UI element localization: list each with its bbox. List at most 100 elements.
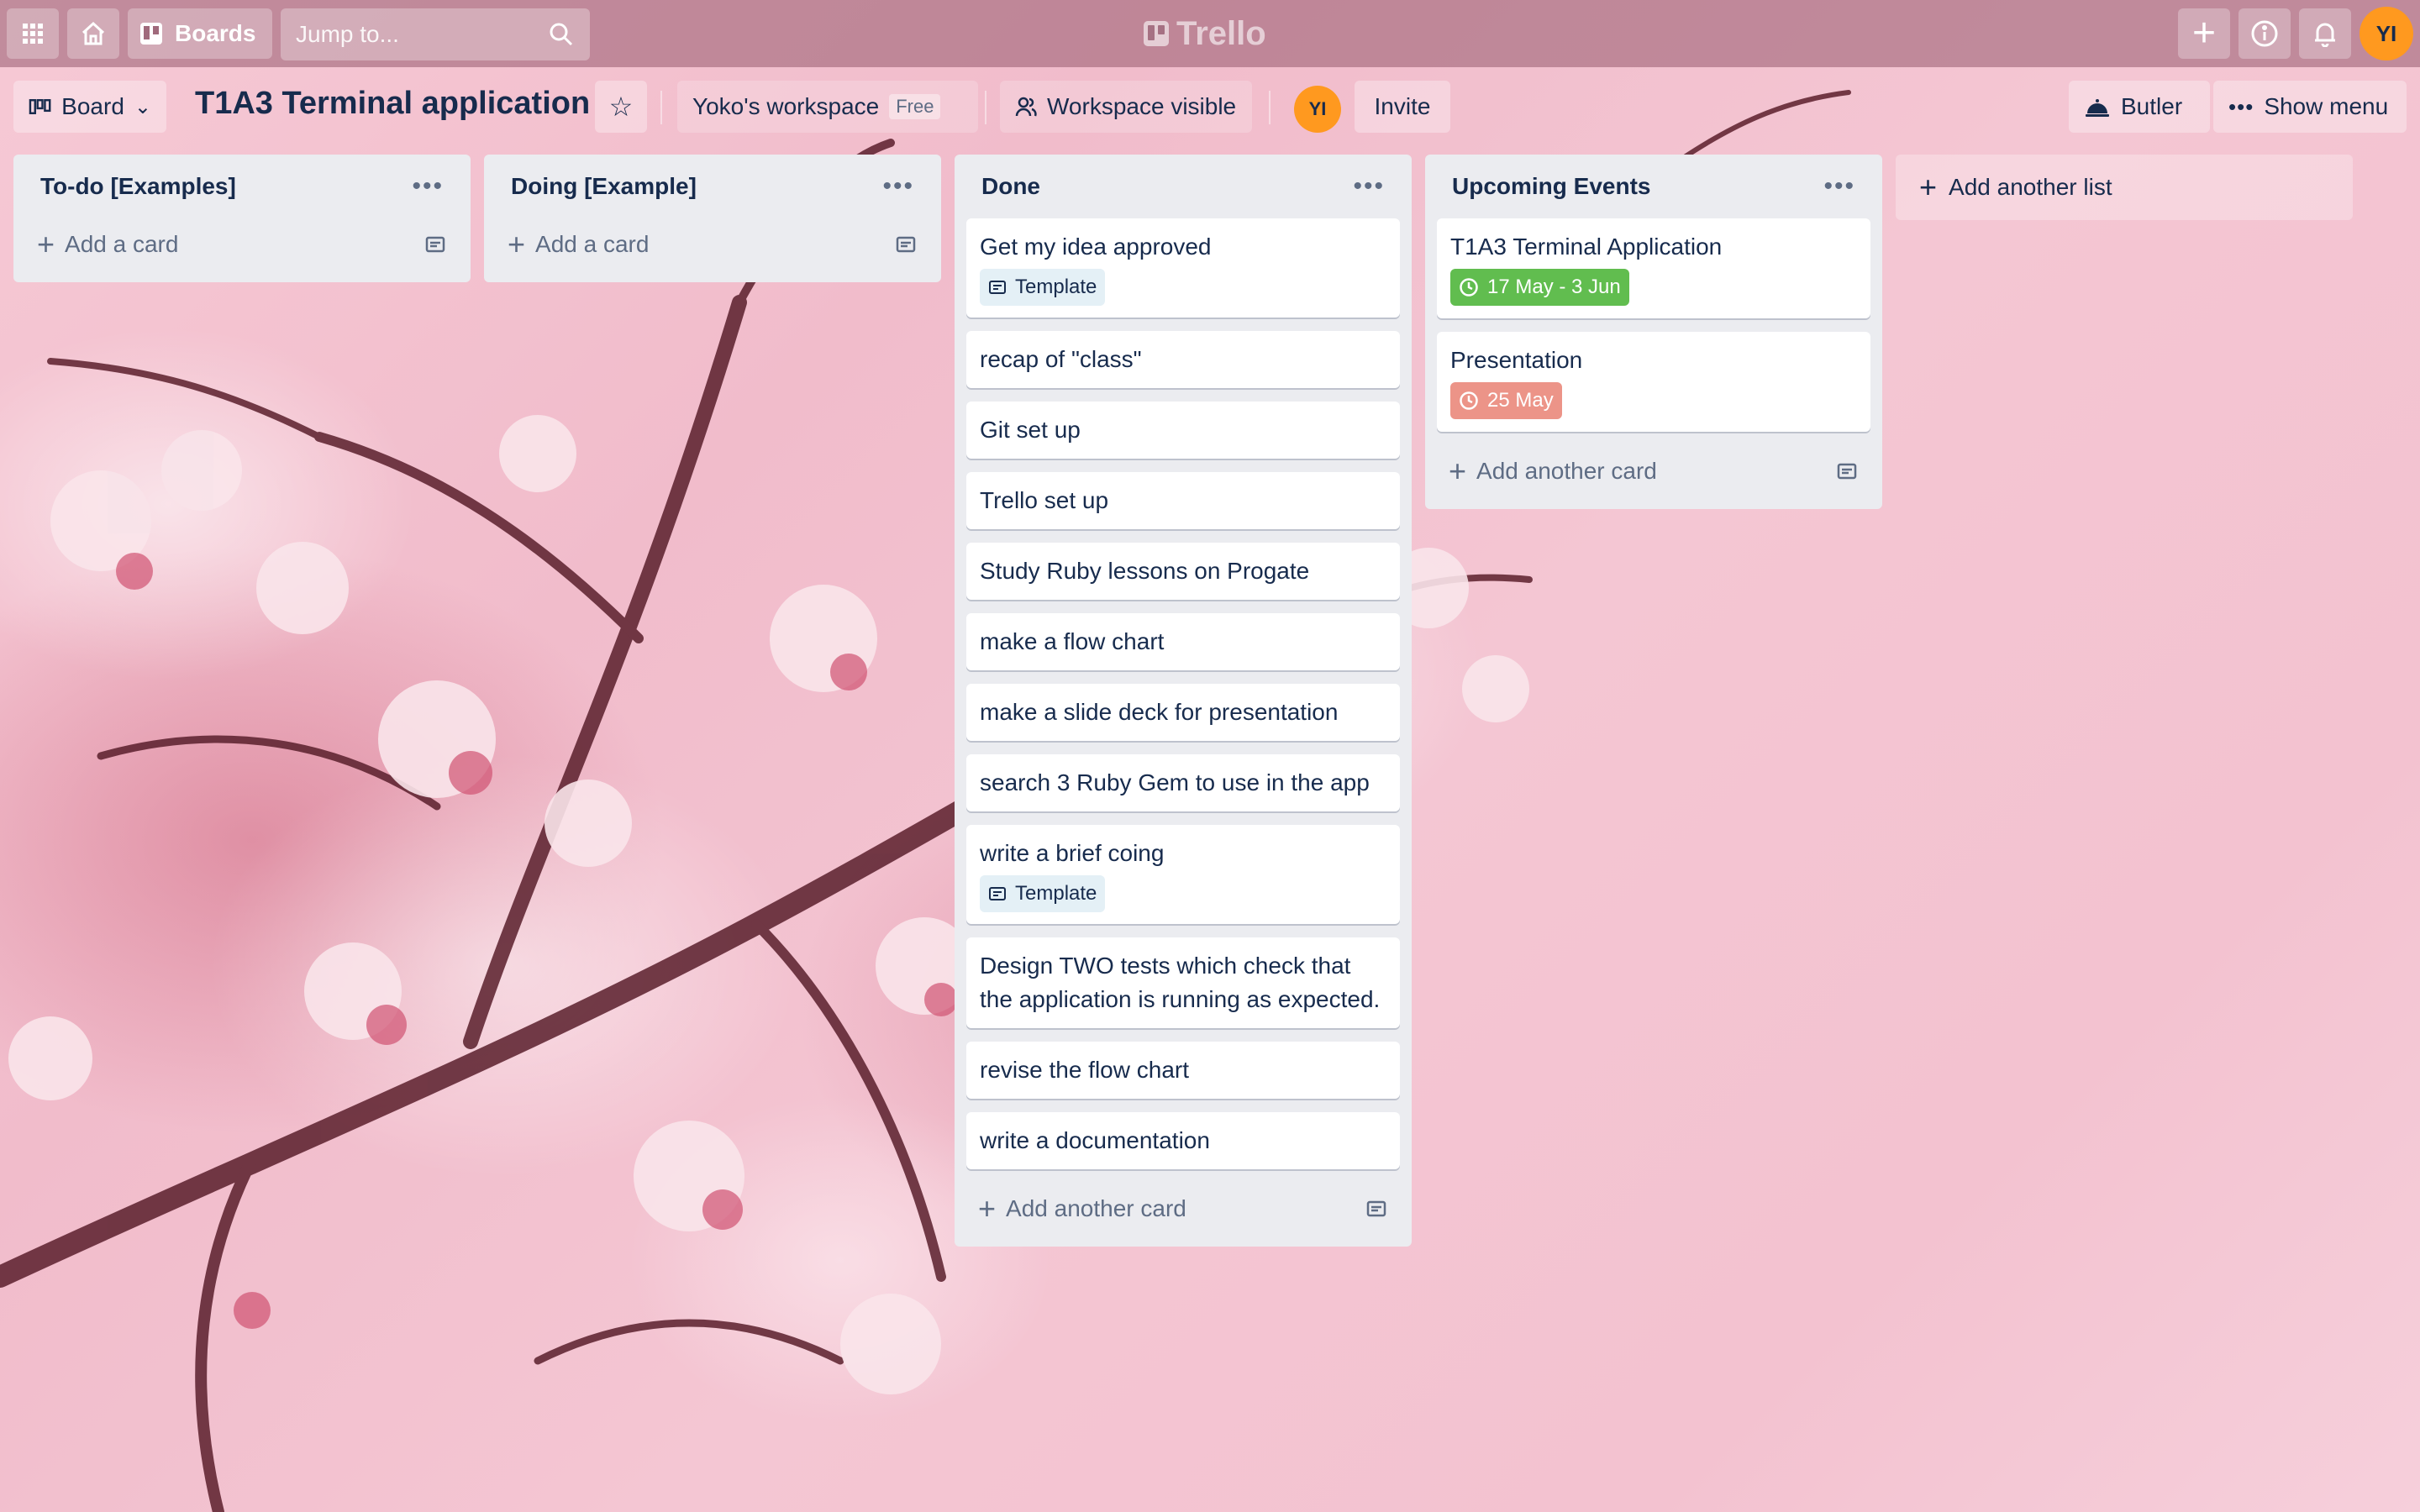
- visibility-button[interactable]: Workspace visible: [1000, 81, 1252, 133]
- workspace-plan-badge: Free: [889, 94, 941, 119]
- add-list-label: Add another list: [1949, 174, 2112, 200]
- card[interactable]: make a slide deck for presentation: [966, 684, 1400, 741]
- board-icon: [140, 23, 162, 45]
- due-date-badge[interactable]: 17 May - 3 Jun: [1450, 269, 1629, 306]
- top-navigation-bar: Boards Trello + YI: [0, 0, 2420, 67]
- card[interactable]: Get my idea approved Template: [966, 218, 1400, 318]
- add-card-button[interactable]: + Add another card: [966, 1183, 1400, 1235]
- invite-button[interactable]: Invite: [1355, 81, 1450, 133]
- list-title[interactable]: To-do [Examples]: [40, 173, 236, 200]
- create-from-template-icon[interactable]: [425, 234, 447, 255]
- board-title[interactable]: T1A3 Terminal application: [195, 86, 590, 122]
- show-menu-button[interactable]: ••• Show menu: [2213, 81, 2407, 133]
- plus-icon: +: [508, 227, 526, 261]
- board-view-switcher[interactable]: Board ⌄: [13, 81, 166, 133]
- card[interactable]: make a flow chart: [966, 613, 1400, 670]
- workspace-name: Yoko's workspace: [692, 93, 880, 119]
- add-card-button[interactable]: + Add a card: [496, 218, 929, 270]
- notifications-button[interactable]: [2299, 8, 2351, 59]
- workspace-button[interactable]: Yoko's workspace Free: [677, 81, 978, 133]
- list-header[interactable]: To-do [Examples] •••: [25, 155, 459, 218]
- member-initials: YI: [1308, 98, 1327, 119]
- header-divider: [985, 91, 986, 124]
- card[interactable]: Git set up: [966, 402, 1400, 459]
- search-input[interactable]: [296, 21, 548, 48]
- butler-bell-icon: [2086, 99, 2109, 117]
- trello-logo-icon: [1144, 21, 1169, 46]
- add-card-label: Add a card: [65, 231, 179, 257]
- create-button[interactable]: +: [2178, 8, 2230, 59]
- card[interactable]: search 3 Ruby Gem to use in the app: [966, 754, 1400, 811]
- board-header: Board ⌄ T1A3 Terminal application ☆ Yoko…: [0, 67, 2420, 148]
- search-icon: [550, 23, 573, 46]
- create-from-template-icon[interactable]: [1366, 1199, 1388, 1219]
- add-card-label: Add a card: [535, 231, 650, 257]
- grid-icon: [23, 24, 43, 44]
- boards-button[interactable]: Boards: [128, 8, 272, 59]
- create-from-template-icon[interactable]: [896, 234, 918, 255]
- list-menu-button[interactable]: •••: [412, 174, 444, 199]
- butler-button[interactable]: Butler: [2069, 81, 2210, 133]
- board-view-label: Board: [61, 93, 124, 119]
- create-from-template-icon[interactable]: [1837, 461, 1859, 481]
- home-button[interactable]: [67, 8, 119, 59]
- list-header[interactable]: Done •••: [966, 155, 1400, 218]
- card[interactable]: Presentation 25 May: [1437, 332, 1870, 432]
- invite-label: Invite: [1374, 93, 1431, 119]
- information-button[interactable]: [2238, 8, 2291, 59]
- card-title: Study Ruby lessons on Progate: [980, 558, 1310, 584]
- card[interactable]: Trello set up: [966, 472, 1400, 529]
- due-date-badge[interactable]: 25 May: [1450, 382, 1562, 419]
- show-menu-label: Show menu: [2264, 93, 2389, 119]
- list-title[interactable]: Upcoming Events: [1452, 173, 1650, 200]
- due-date-label: 25 May: [1487, 389, 1554, 412]
- card[interactable]: recap of "class": [966, 331, 1400, 388]
- card[interactable]: revise the flow chart: [966, 1042, 1400, 1099]
- app-switcher-button[interactable]: [7, 8, 59, 59]
- card[interactable]: Study Ruby lessons on Progate: [966, 543, 1400, 600]
- card-title: write a documentation: [980, 1127, 1210, 1153]
- user-avatar[interactable]: YI: [2360, 7, 2413, 60]
- card-title: make a flow chart: [980, 628, 1165, 654]
- add-list-button[interactable]: + Add another list: [1896, 155, 2353, 220]
- template-badge-label: Template: [1015, 882, 1097, 905]
- due-date-label: 17 May - 3 Jun: [1487, 276, 1621, 298]
- list-title[interactable]: Done: [981, 173, 1040, 200]
- add-card-button[interactable]: + Add a card: [25, 218, 459, 270]
- star-board-button[interactable]: ☆: [595, 81, 647, 133]
- ellipsis-icon: •••: [2228, 93, 2254, 119]
- card[interactable]: T1A3 Terminal Application 17 May - 3 Jun: [1437, 218, 1870, 318]
- template-badge: Template: [980, 875, 1106, 912]
- list-title[interactable]: Doing [Example]: [511, 173, 697, 200]
- add-card-button[interactable]: + Add another card: [1437, 445, 1870, 497]
- template-icon: [989, 281, 1006, 294]
- card-title: search 3 Ruby Gem to use in the app: [980, 769, 1370, 795]
- list-header[interactable]: Upcoming Events •••: [1437, 155, 1870, 218]
- list-todo: To-do [Examples] ••• + Add a card: [13, 155, 471, 282]
- home-icon: [82, 21, 105, 45]
- list-menu-button[interactable]: •••: [1353, 174, 1385, 199]
- chevron-down-icon: ⌄: [134, 95, 151, 118]
- list-menu-button[interactable]: •••: [1823, 174, 1855, 199]
- header-divider: [1269, 91, 1270, 124]
- card-title: make a slide deck for presentation: [980, 699, 1339, 725]
- search-box[interactable]: [281, 8, 590, 60]
- card[interactable]: write a documentation: [966, 1112, 1400, 1169]
- list-menu-button[interactable]: •••: [882, 174, 914, 199]
- card-title: Git set up: [980, 417, 1081, 443]
- card[interactable]: Design TWO tests which check that the ap…: [966, 937, 1400, 1028]
- card-title: Get my idea approved: [980, 234, 1212, 260]
- plus-icon: +: [1919, 170, 1938, 204]
- template-badge: Template: [980, 269, 1106, 306]
- plus-icon: +: [1449, 454, 1467, 488]
- trello-logo[interactable]: Trello: [1143, 12, 1266, 55]
- card[interactable]: write a brief coing Template: [966, 825, 1400, 924]
- header-divider: [660, 91, 662, 124]
- add-card-label: Add another card: [1006, 1195, 1186, 1221]
- template-icon: [989, 887, 1006, 900]
- board-view-icon: [29, 99, 51, 114]
- plus-icon: +: [978, 1191, 997, 1226]
- add-card-label: Add another card: [1476, 458, 1657, 484]
- board-member-avatar[interactable]: YI: [1294, 86, 1341, 133]
- list-header[interactable]: Doing [Example] •••: [496, 155, 929, 218]
